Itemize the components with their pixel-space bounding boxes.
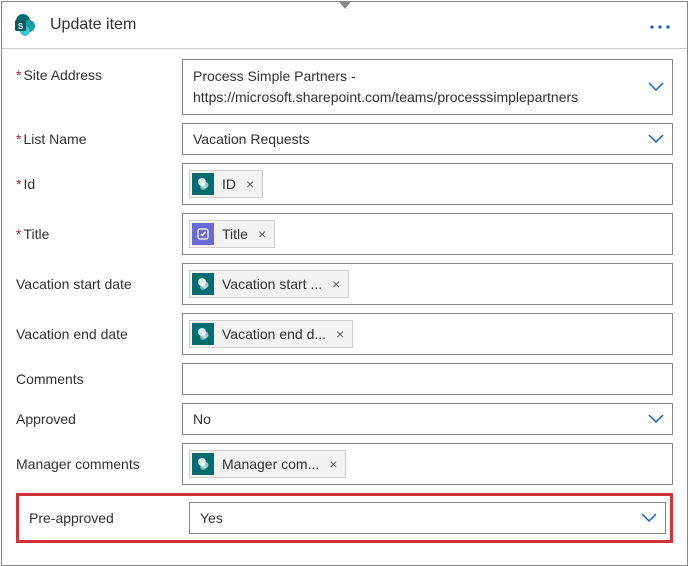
label-vacation-end: Vacation end date [16, 326, 176, 342]
row-comments: Comments [16, 363, 673, 395]
site-address-select[interactable]: Process Simple Partners - https://micros… [182, 59, 673, 115]
vacation-start-input[interactable]: Vacation start ... × [182, 263, 673, 305]
label-site-address: Site Address [16, 59, 176, 83]
site-address-url: https://microsoft.sharepoint.com/teams/p… [193, 87, 578, 108]
approvals-token-icon [192, 223, 214, 245]
sharepoint-token-icon [192, 273, 214, 295]
label-list-name: List Name [16, 131, 176, 147]
token-id-label: ID [220, 176, 238, 192]
title-input[interactable]: Title × [182, 213, 673, 255]
card-notch-icon [327, 1, 363, 10]
update-item-card: S Update item Site Address Process Simpl… [1, 1, 688, 566]
label-pre-approved: Pre-approved [23, 510, 183, 526]
approved-value: No [189, 409, 666, 429]
chevron-down-icon[interactable] [648, 414, 664, 424]
row-site-address: Site Address Process Simple Partners - h… [16, 59, 673, 115]
token-remove-icon[interactable]: × [244, 176, 256, 192]
list-name-select[interactable]: Vacation Requests [182, 123, 673, 155]
pre-approved-select[interactable]: Yes [189, 502, 666, 534]
label-id: Id [16, 176, 176, 192]
token-vacation-start[interactable]: Vacation start ... × [189, 270, 349, 298]
label-title: Title [16, 226, 176, 242]
chevron-down-icon[interactable] [648, 134, 664, 144]
manager-comments-input[interactable]: Manager com... × [182, 443, 673, 485]
sharepoint-token-icon [192, 453, 214, 475]
row-list-name: List Name Vacation Requests [16, 123, 673, 155]
label-manager-comments: Manager comments [16, 456, 176, 472]
row-title: Title Title × [16, 213, 673, 255]
card-title: Update item [50, 16, 633, 34]
label-vacation-start: Vacation start date [16, 276, 176, 292]
token-remove-icon[interactable]: × [330, 276, 342, 292]
token-title-label: Title [220, 226, 250, 242]
token-vacation-start-label: Vacation start ... [220, 276, 324, 292]
pre-approved-value: Yes [196, 508, 659, 528]
token-manager-comments[interactable]: Manager com... × [189, 450, 346, 478]
chevron-down-icon[interactable] [648, 82, 664, 92]
svg-text:S: S [18, 22, 24, 31]
card-body: Site Address Process Simple Partners - h… [2, 49, 687, 565]
card-menu-button[interactable] [643, 13, 677, 38]
token-manager-comments-label: Manager com... [220, 456, 321, 472]
row-pre-approved: Pre-approved Yes [16, 493, 673, 543]
row-vacation-end: Vacation end date Vacation end d... × [16, 313, 673, 355]
id-input[interactable]: ID × [182, 163, 673, 205]
row-vacation-start: Vacation start date Vacation start ... × [16, 263, 673, 305]
token-remove-icon[interactable]: × [256, 226, 268, 242]
label-approved: Approved [16, 411, 176, 427]
row-approved: Approved No [16, 403, 673, 435]
sharepoint-token-icon [192, 173, 214, 195]
approved-select[interactable]: No [182, 403, 673, 435]
token-remove-icon[interactable]: × [327, 456, 339, 472]
token-title[interactable]: Title × [189, 220, 275, 248]
sharepoint-icon: S [10, 10, 40, 40]
chevron-down-icon[interactable] [641, 513, 657, 523]
sharepoint-token-icon [192, 323, 214, 345]
vacation-end-input[interactable]: Vacation end d... × [182, 313, 673, 355]
token-vacation-end[interactable]: Vacation end d... × [189, 320, 353, 348]
site-address-name: Process Simple Partners - [193, 66, 356, 87]
label-comments: Comments [16, 371, 176, 387]
list-name-value: Vacation Requests [189, 129, 666, 149]
token-id[interactable]: ID × [189, 170, 263, 198]
row-manager-comments: Manager comments Manager com... × [16, 443, 673, 485]
token-vacation-end-label: Vacation end d... [220, 326, 328, 342]
row-id: Id ID × [16, 163, 673, 205]
comments-input[interactable] [182, 363, 673, 395]
token-remove-icon[interactable]: × [334, 326, 346, 342]
